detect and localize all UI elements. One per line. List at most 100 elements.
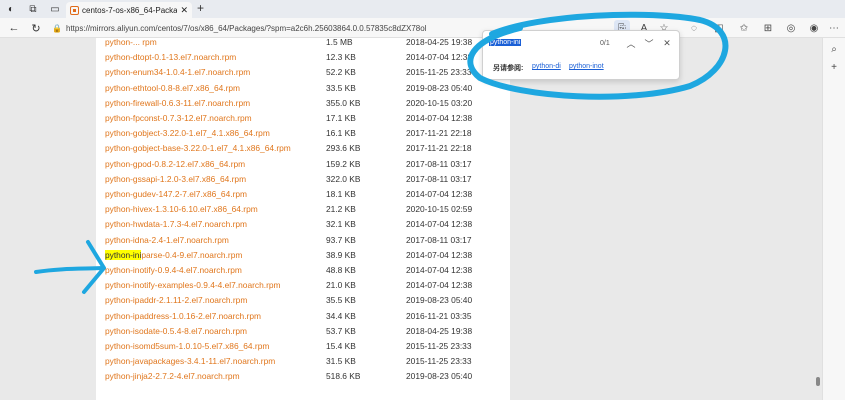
- split-screen-icon[interactable]: ◫: [711, 20, 727, 36]
- back-icon[interactable]: ←: [6, 20, 22, 36]
- package-link[interactable]: python-inotify-examples-0.9.4-4.el7.noar…: [105, 278, 281, 293]
- package-date: 2018-04-25 19:38: [406, 325, 473, 336]
- profile-icon[interactable]: ◐: [0, 0, 22, 18]
- table-row: python-gpod-0.8.2-12.el7.x86_64.rpm 159.2…: [96, 157, 510, 172]
- package-size: 21.0 KB: [326, 280, 356, 291]
- favorites-bar-icon[interactable]: ✩: [736, 20, 752, 36]
- workspaces-icon[interactable]: ⧉: [22, 0, 44, 18]
- package-link[interactable]: python-... rpm: [105, 38, 157, 50]
- table-row: python-fpconst-0.7.3-12.el7.noarch.rpm 17…: [96, 111, 510, 126]
- package-link[interactable]: python-fpconst-0.7.3-12.el7.noarch.rpm: [105, 111, 252, 126]
- table-row: python-... rpm 1.5 MB 2018-04-25 19:38: [96, 38, 510, 50]
- package-date: 2014-07-04 12:38: [406, 265, 473, 275]
- new-tab-icon[interactable]: +: [197, 1, 204, 15]
- extensions-icon[interactable]: ◎: [783, 20, 799, 36]
- find-previous-icon[interactable]: ︿: [625, 37, 637, 49]
- package-link[interactable]: python-gpod-0.8.2-12.el7.x86_64.rpm: [105, 157, 245, 172]
- scrollbar[interactable]: [815, 38, 822, 400]
- table-row: python-firewall-0.6.3-11.el7.noarch.rpm 3…: [96, 96, 510, 111]
- search-icon[interactable]: ⌕: [827, 42, 841, 56]
- table-row: python-inotify-0.9.4-4.el7.noarch.rpm 48.…: [96, 263, 510, 278]
- table-row: python-ipaddr-2.1.11-2.el7.noarch.rpm 35.…: [96, 293, 510, 308]
- package-link[interactable]: python-jinja2-2.7.2-4.el7.noarch.rpm: [105, 369, 240, 384]
- page-content: python-... rpm 1.5 MB 2018-04-25 19:38 pyth…: [0, 38, 845, 400]
- package-size: 18.1 KB: [326, 189, 356, 199]
- tab-active[interactable]: centos-7-os-x86_64-Packages安装 ✕: [66, 2, 192, 18]
- package-link[interactable]: python-isodate-0.5.4-8.el7.noarch.rpm: [105, 324, 247, 339]
- package-date: 2017-08-11 03:17: [406, 234, 472, 245]
- search-match-highlight: python-ini: [105, 249, 142, 260]
- package-date: 2014-07-04 12:38: [406, 113, 473, 123]
- suggestion-link[interactable]: python-di: [532, 63, 561, 70]
- package-link[interactable]: python-ethtool-0.8-8.el7.x86_64.rpm: [105, 81, 240, 96]
- package-link[interactable]: python-gobject-base-3.22.0-1.el7_4.1.x86…: [105, 141, 291, 156]
- refresh-icon[interactable]: ↻: [28, 20, 44, 36]
- package-size: 12.3 KB: [326, 52, 356, 63]
- package-size: 17.1 KB: [326, 113, 356, 123]
- package-link[interactable]: python-gudev-147.2-7.el7.x86_64.rpm: [105, 187, 247, 202]
- copilot-sidebar-icon[interactable]: ◉: [806, 20, 822, 36]
- add-icon[interactable]: +: [827, 60, 841, 74]
- close-find-icon[interactable]: ✕: [661, 37, 673, 49]
- table-row: python-dtopt-0.1-13.el7.noarch.rpm 12.3 K…: [96, 50, 510, 65]
- find-next-icon[interactable]: ﹀: [643, 37, 655, 49]
- tab-title: centos-7-os-x86_64-Packages安装: [82, 5, 178, 15]
- package-size: 1.5 MB: [326, 38, 353, 47]
- package-link[interactable]: python-hivex-1.3.10-6.10.el7.x86_64.rpm: [105, 202, 258, 217]
- suggestion-link[interactable]: python-inot: [569, 63, 604, 70]
- package-listing: python-... rpm 1.5 MB 2018-04-25 19:38 pyth…: [96, 38, 510, 400]
- package-date: 2017-11-21 22:18: [406, 143, 472, 154]
- package-date: 2015-11-25 23:33: [406, 356, 472, 367]
- tab-actions-icon[interactable]: ▭: [44, 0, 66, 18]
- package-date: 2016-11-21 03:35: [406, 310, 472, 321]
- package-link[interactable]: python-ipaddr-2.1.11-2.el7.noarch.rpm: [105, 293, 247, 308]
- package-link[interactable]: python-javapackages-3.4.1-11.el7.noarch.…: [105, 354, 275, 369]
- package-link[interactable]: python-iniparse-0.4-9.el7.noarch.rpm: [105, 248, 242, 263]
- find-bar: python-ini 0/1 ︿ ﹀ ✕ 另请参阅: python-di pyt…: [482, 30, 680, 80]
- find-query: python-ini: [489, 39, 522, 46]
- package-size: 21.2 KB: [326, 204, 356, 215]
- package-link[interactable]: python-inotify-0.9.4-4.el7.noarch.rpm: [105, 263, 242, 278]
- package-size: 322.0 KB: [326, 173, 361, 184]
- package-size: 355.0 KB: [326, 97, 361, 108]
- collections-icon[interactable]: ⊞: [760, 20, 776, 36]
- package-size: 53.7 KB: [326, 325, 356, 336]
- package-size: 32.1 KB: [326, 219, 356, 230]
- package-size: 33.5 KB: [326, 82, 356, 93]
- table-row: python-gobject-base-3.22.0-1.el7_4.1.x86…: [96, 141, 510, 156]
- package-link[interactable]: python-isomd5sum-1.0.10-5.el7.x86_64.rpm: [105, 339, 269, 354]
- package-date: 2017-08-11 03:17: [406, 173, 472, 184]
- table-row: python-inotify-examples-0.9.4-4.el7.noar…: [96, 278, 510, 293]
- package-link[interactable]: python-firewall-0.6.3-11.el7.noarch.rpm: [105, 96, 250, 111]
- table-row: python-idna-2.4-1.el7.noarch.rpm 93.7 KB 2…: [96, 233, 510, 248]
- package-link[interactable]: python-ipaddress-1.0.16-2.el7.noarch.rpm: [105, 309, 261, 324]
- package-link[interactable]: python-enum34-1.0.4-1.el7.noarch.rpm: [105, 65, 250, 80]
- table-row: python-javapackages-3.4.1-11.el7.noarch.…: [96, 354, 510, 369]
- package-size: 159.2 KB: [326, 158, 361, 169]
- close-tab-icon[interactable]: ✕: [180, 5, 188, 16]
- find-input[interactable]: python-ini: [489, 39, 609, 51]
- package-size: 35.5 KB: [326, 295, 356, 306]
- lock-icon[interactable]: 🔒: [52, 24, 62, 33]
- browser-window: ◐ ⧉ ▭ centos-7-os-x86_64-Packages安装 ✕ + …: [0, 0, 845, 400]
- scroll-thumb[interactable]: [816, 377, 820, 386]
- package-link[interactable]: python-hwdata-1.7.3-4.el7.noarch.rpm: [105, 217, 247, 232]
- package-link[interactable]: python-gssapi-1.2.0-3.el7.x86_64.rpm: [105, 172, 246, 187]
- package-date: 2014-07-04 12:38: [406, 249, 473, 260]
- table-row: python-iniparse-0.4-9.el7.noarch.rpm 38.9…: [96, 248, 510, 263]
- package-size: 518.6 KB: [326, 371, 361, 382]
- table-row: python-jinja2-2.7.2-4.el7.noarch.rpm 518.…: [96, 369, 510, 384]
- package-date: 2019-08-23 05:40: [406, 295, 473, 306]
- table-row: python-hivex-1.3.10-6.10.el7.x86_64.rpm 2…: [96, 202, 510, 217]
- package-link[interactable]: python-gobject-3.22.0-1.el7_4.1.x86_64.r…: [105, 126, 270, 141]
- package-size: 31.5 KB: [326, 356, 356, 367]
- more-icon[interactable]: ⋯: [826, 20, 842, 36]
- copilot-icon[interactable]: ◌: [686, 20, 702, 36]
- package-date: 2014-07-04 12:38: [406, 280, 473, 291]
- package-link[interactable]: python-dtopt-0.1-13.el7.noarch.rpm: [105, 50, 236, 65]
- package-size: 48.8 KB: [326, 265, 356, 275]
- url-text: https://mirrors.aliyun.com/centos/7/os/x…: [66, 23, 427, 33]
- package-date: 2019-08-23 05:40: [406, 82, 473, 93]
- table-row: python-enum34-1.0.4-1.el7.noarch.rpm 52.2…: [96, 65, 510, 80]
- package-link[interactable]: python-idna-2.4-1.el7.noarch.rpm: [105, 233, 229, 248]
